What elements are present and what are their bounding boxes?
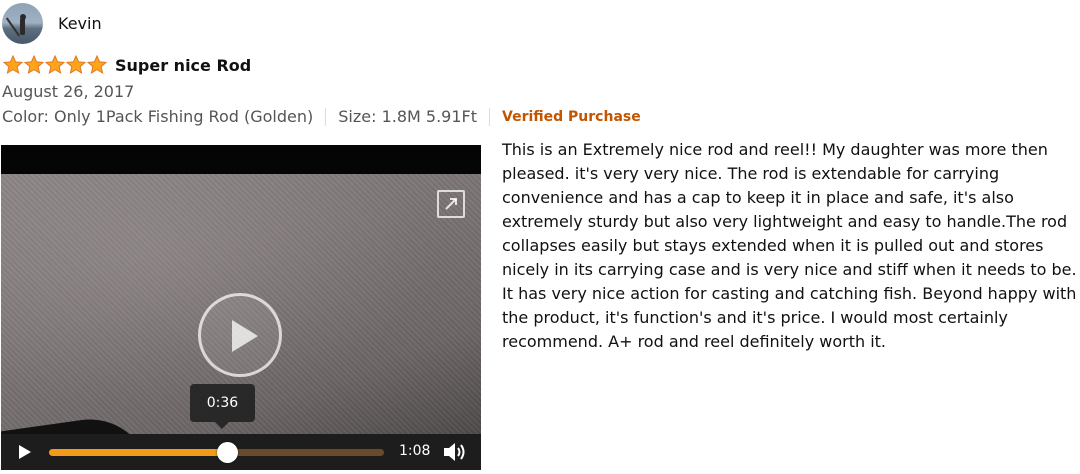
expand-icon[interactable]	[437, 190, 465, 218]
reviewer-profile[interactable]: Kevin	[2, 2, 102, 44]
tooltip-arrow	[215, 422, 229, 429]
play-overlay-button[interactable]	[198, 293, 282, 377]
verified-purchase-badge[interactable]: Verified Purchase	[502, 109, 641, 125]
divider	[489, 107, 491, 126]
video-letterbox	[1, 145, 481, 174]
video-duration: 1:08	[399, 443, 431, 459]
play-button[interactable]	[18, 444, 32, 464]
video-controls: 1:08	[1, 434, 481, 470]
progress-thumb[interactable]	[216, 442, 238, 463]
play-icon	[19, 445, 31, 459]
review-title-row: Super nice Rod	[3, 55, 251, 75]
reviewer-name[interactable]: Kevin	[58, 14, 102, 33]
color-variant[interactable]: Color: Only 1Pack Fishing Rod (Golden)	[2, 107, 313, 126]
volume-icon[interactable]	[443, 441, 467, 467]
play-icon	[232, 320, 258, 352]
review-date: August 26, 2017	[2, 82, 135, 101]
star-rating[interactable]	[3, 55, 107, 75]
star-icon	[87, 55, 107, 75]
variant-info: Color: Only 1Pack Fishing Rod (Golden) S…	[2, 107, 641, 126]
progress-fill	[49, 449, 227, 456]
star-icon	[24, 55, 44, 75]
star-icon	[45, 55, 65, 75]
hover-time-tooltip: 0:36	[190, 384, 255, 422]
progress-bar[interactable]	[49, 442, 384, 463]
star-icon	[3, 55, 23, 75]
review-title[interactable]: Super nice Rod	[115, 56, 251, 75]
divider	[325, 107, 327, 126]
star-icon	[66, 55, 86, 75]
size-variant: Size: 1.8M 5.91Ft	[338, 107, 478, 126]
avatar[interactable]	[2, 2, 43, 44]
video-player[interactable]: 0:36 1:08	[1, 145, 481, 470]
review-body: This is an Extremely nice rod and reel!!…	[502, 140, 1077, 351]
